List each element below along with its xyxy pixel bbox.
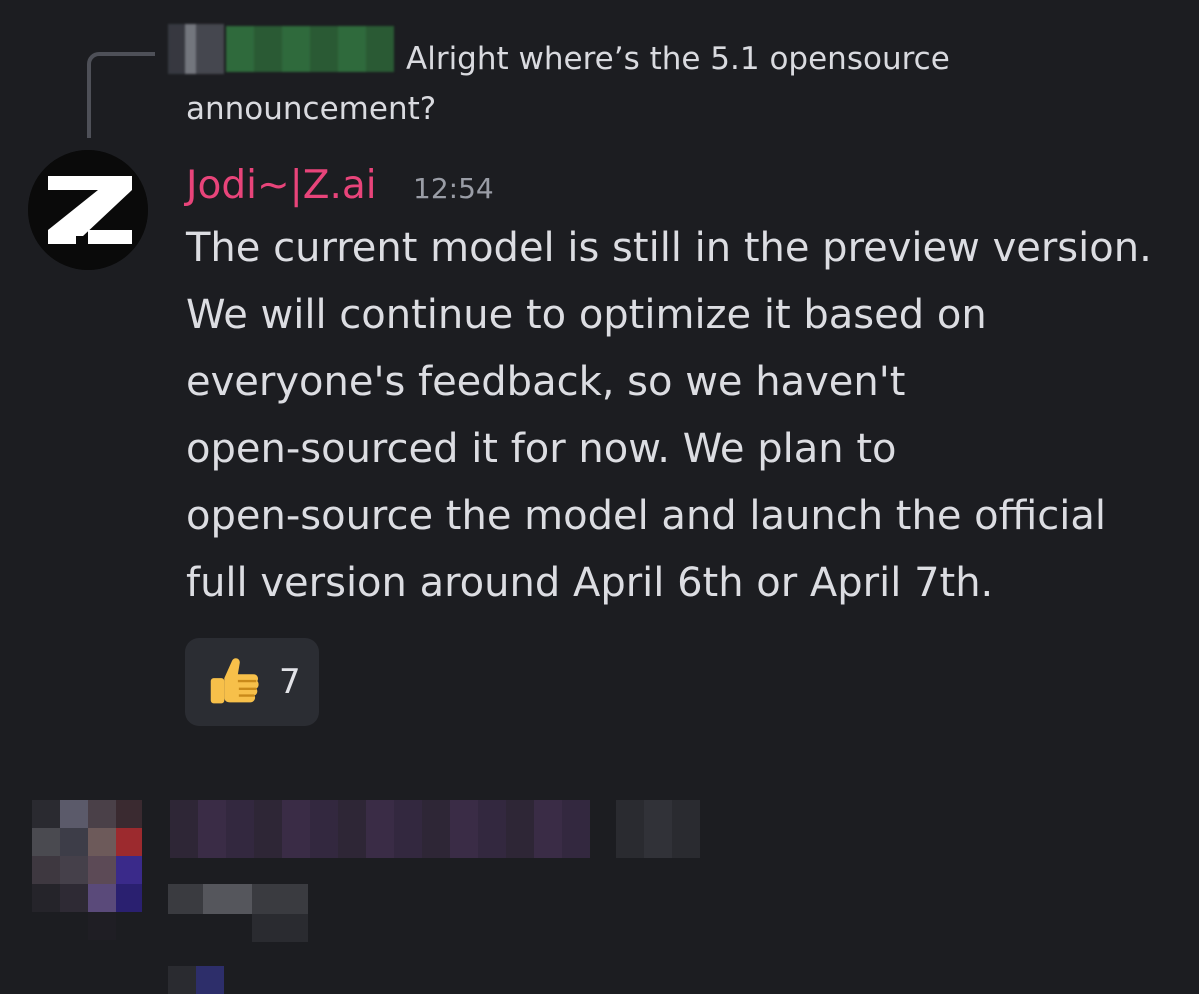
author-username[interactable]: Jodi~|Z.ai: [186, 160, 377, 212]
reaction-thumbs-up-button[interactable]: 7: [185, 638, 319, 726]
reply-preview-text[interactable]: Alright where’s the 5.1 opensource annou…: [186, 34, 976, 134]
author-avatar[interactable]: [28, 150, 148, 270]
message-line: open-sourced it for now. We plan to: [186, 426, 897, 472]
redacted-text-pixels: [168, 884, 308, 914]
reaction-count: 7: [279, 662, 301, 702]
redacted-text-pixels: [168, 966, 224, 994]
message-line: open-source the model and launch the off…: [186, 493, 1107, 539]
z-logo-icon: [28, 150, 148, 270]
redacted-username-pixels[interactable]: [170, 800, 590, 858]
thumbs-up-icon: [210, 658, 259, 704]
message-line: full version around April 6th or April 7…: [186, 560, 994, 606]
redacted-text-pixels: [252, 914, 308, 942]
reply-connector-line: [87, 52, 155, 138]
message-timestamp[interactable]: 12:54: [413, 169, 494, 209]
redacted-timestamp-pixels: [616, 800, 700, 858]
message-line: everyone's feedback, so we haven't: [186, 359, 906, 405]
message-line: The current model is still in the previe…: [186, 225, 1152, 271]
message-body: The current model is still in the previe…: [186, 215, 1191, 617]
message-line: We will continue to optimize it based on: [186, 292, 987, 338]
redacted-avatar-pixels[interactable]: [32, 800, 142, 940]
